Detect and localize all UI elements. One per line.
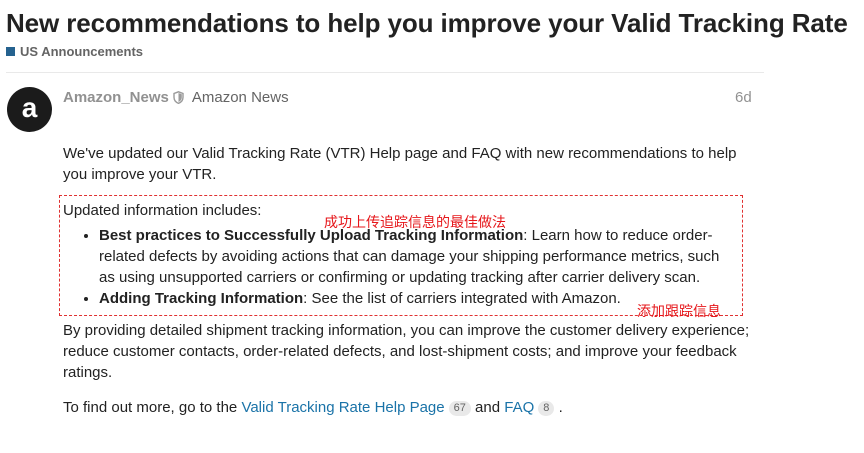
links-and: and xyxy=(475,399,501,416)
faq-link[interactable]: FAQ xyxy=(504,399,534,416)
list-item-bold: Adding Tracking Information xyxy=(99,290,304,307)
avatar[interactable]: a xyxy=(7,87,52,132)
category-label: US Announcements xyxy=(20,44,144,59)
category-color-swatch xyxy=(6,47,15,56)
click-count-badge: 67 xyxy=(448,401,471,416)
links-suffix: . xyxy=(558,399,563,416)
shield-icon xyxy=(173,91,184,104)
username[interactable]: Amazon_News xyxy=(63,89,169,106)
post-paragraph-intro: We've updated our Valid Tracking Rate (V… xyxy=(63,145,737,183)
updates-list: Best practices to Successfully Upload Tr… xyxy=(63,225,736,309)
click-count-badge: 8 xyxy=(538,401,555,416)
links-prefix: To find out more, go to the xyxy=(63,399,238,416)
highlight-box: Updated information includes: 成功上传追踪信息的最… xyxy=(59,195,743,319)
avatar-letter: a xyxy=(21,91,38,123)
divider xyxy=(6,72,764,73)
post-paragraph-benefits: By providing detailed shipment tracking … xyxy=(63,322,750,381)
post-body: We've updated our Valid Tracking Rate (V… xyxy=(59,143,753,418)
topic-title[interactable]: New recommendations to help you improve … xyxy=(6,8,848,39)
category-badge[interactable]: US Announcements xyxy=(6,44,143,59)
list-item-text: : See the list of carriers integrated wi… xyxy=(303,290,621,307)
annotation-best-practices: 成功上传追踪信息的最佳做法 xyxy=(324,214,506,230)
post-meta: Amazon_News Amazon News xyxy=(63,89,289,106)
annotation-adding-tracking: 添加跟踪信息 xyxy=(637,303,721,319)
full-name: Amazon News xyxy=(191,89,289,106)
post-paragraph-links: To find out more, go to the Valid Tracki… xyxy=(63,397,753,418)
post-date[interactable]: 6d xyxy=(735,89,752,106)
list-item: Best practices to Successfully Upload Tr… xyxy=(99,225,736,288)
vtr-help-page-link[interactable]: Valid Tracking Rate Help Page xyxy=(241,399,444,416)
